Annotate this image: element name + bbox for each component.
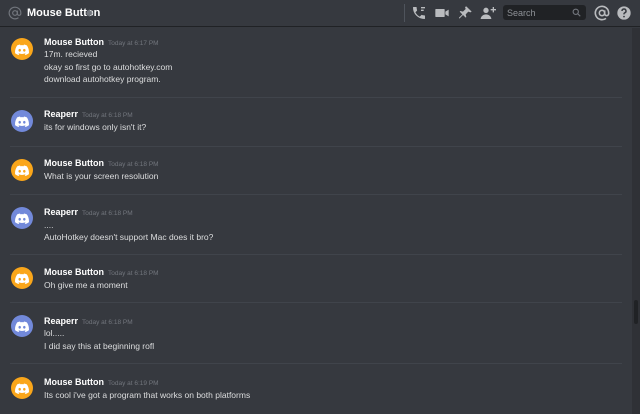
message-text: 17m. recieved bbox=[44, 49, 98, 59]
message-text: AutoHotkey doesn't support Mac does it b… bbox=[44, 232, 214, 242]
message-text: I did say this at beginning rofl bbox=[44, 341, 155, 351]
channel-header: Mouse Button bbox=[0, 0, 640, 27]
message-author[interactable]: Reaperr bbox=[44, 109, 78, 119]
message-author[interactable]: Mouse Button bbox=[44, 267, 104, 277]
avatar[interactable] bbox=[11, 110, 33, 132]
message-divider bbox=[10, 363, 622, 364]
message-text: Oh give me a moment bbox=[44, 280, 128, 290]
message-divider bbox=[10, 254, 622, 255]
help-icon[interactable] bbox=[616, 5, 632, 21]
message-timestamp: Today at 6:18 PM bbox=[82, 210, 133, 217]
message-text: download autohotkey program. bbox=[44, 74, 161, 84]
search-icon bbox=[572, 8, 581, 17]
message-timestamp: Today at 6:18 PM bbox=[108, 161, 159, 168]
message-text: What is your screen resolution bbox=[44, 171, 159, 181]
message-divider bbox=[10, 194, 622, 195]
call-icon[interactable] bbox=[411, 5, 427, 21]
message-text: .... bbox=[44, 220, 54, 230]
header-divider bbox=[404, 4, 405, 22]
message-author[interactable]: Mouse Button bbox=[44, 37, 104, 47]
message-text: okay so first go to autohotkey.com bbox=[44, 62, 173, 72]
message-timestamp: Today at 6:17 PM bbox=[108, 40, 159, 47]
message-text: lol..... bbox=[44, 328, 65, 338]
message-divider bbox=[10, 146, 622, 147]
search-input[interactable] bbox=[503, 5, 569, 20]
discord-logo-icon bbox=[15, 321, 29, 332]
message-timestamp: Today at 6:18 PM bbox=[108, 270, 159, 277]
avatar[interactable] bbox=[11, 207, 33, 229]
add-member-icon[interactable] bbox=[480, 5, 496, 21]
message-text: its for windows only isn't it? bbox=[44, 122, 147, 132]
message-author[interactable]: Mouse Button bbox=[44, 158, 104, 168]
message-timestamp: Today at 6:19 PM bbox=[108, 380, 159, 387]
scrollbar-thumb[interactable] bbox=[634, 300, 638, 324]
discord-logo-icon bbox=[15, 44, 29, 55]
message-author[interactable]: Reaperr bbox=[44, 207, 78, 217]
message-timestamp: Today at 6:18 PM bbox=[82, 112, 133, 119]
message-divider bbox=[10, 97, 622, 98]
avatar[interactable] bbox=[11, 377, 33, 399]
message-list: Mouse Button Today at 6:17 PM 17m. recie… bbox=[0, 28, 632, 414]
video-icon[interactable] bbox=[434, 5, 450, 21]
message-timestamp: Today at 6:18 PM bbox=[82, 319, 133, 326]
discord-logo-icon bbox=[15, 273, 29, 284]
avatar[interactable] bbox=[11, 38, 33, 60]
discord-logo-icon bbox=[15, 213, 29, 224]
at-icon bbox=[8, 6, 22, 20]
search-box[interactable] bbox=[503, 5, 586, 20]
message-divider bbox=[10, 302, 622, 303]
mentions-icon[interactable] bbox=[594, 5, 610, 21]
avatar[interactable] bbox=[11, 159, 33, 181]
message-author[interactable]: Mouse Button bbox=[44, 377, 104, 387]
scrollbar-track[interactable] bbox=[632, 28, 640, 414]
avatar[interactable] bbox=[11, 315, 33, 337]
discord-logo-icon bbox=[15, 165, 29, 176]
discord-logo-icon bbox=[15, 383, 29, 394]
pin-icon[interactable] bbox=[457, 5, 473, 21]
message-author[interactable]: Reaperr bbox=[44, 316, 78, 326]
avatar[interactable] bbox=[11, 267, 33, 289]
settings-gear-icon[interactable] bbox=[84, 8, 94, 18]
discord-logo-icon bbox=[15, 116, 29, 127]
message-text: Its cool i've got a program that works o… bbox=[44, 390, 251, 400]
